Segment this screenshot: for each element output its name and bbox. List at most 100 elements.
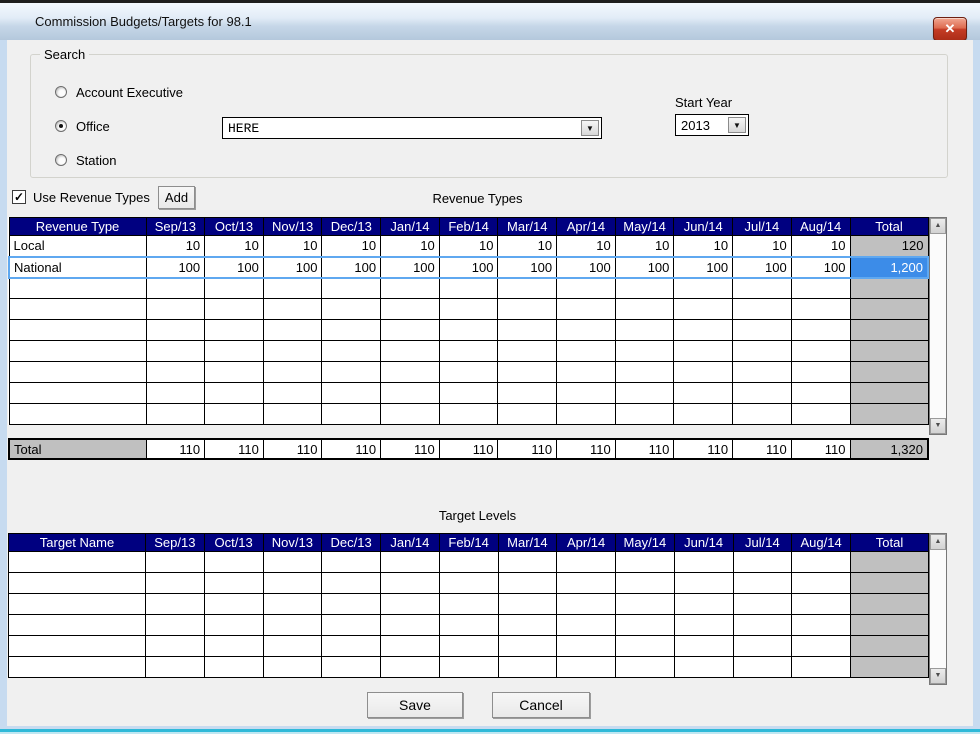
grid-cell[interactable] [498,320,557,341]
grid-cell[interactable] [791,299,850,320]
chevron-down-icon[interactable]: ▼ [581,120,599,136]
grid-cell[interactable] [146,278,205,299]
grid-cell[interactable] [498,341,557,362]
grid-cell[interactable] [674,552,733,573]
grid-cell[interactable]: 10 [205,236,264,257]
grid-cell[interactable] [557,594,616,615]
grid-cell[interactable] [381,657,440,678]
grid-cell[interactable] [263,299,322,320]
grid-cell[interactable] [498,552,557,573]
grid-cell[interactable] [9,573,146,594]
grid-cell[interactable] [792,594,851,615]
grid-cell[interactable] [791,404,850,425]
revenue-grid-scrollbar[interactable]: ▲ ▼ [929,217,947,435]
grid-cell[interactable] [557,362,616,383]
grid-cell[interactable] [263,636,322,657]
grid-cell[interactable]: 100 [322,257,381,278]
cancel-button[interactable]: Cancel [492,692,590,718]
scroll-down-icon[interactable]: ▼ [930,418,946,434]
grid-cell[interactable] [204,636,263,657]
grid-cell[interactable] [557,320,616,341]
grid-cell[interactable] [205,362,264,383]
radio-station[interactable]: Station [55,152,116,168]
grid-cell[interactable] [616,615,675,636]
grid-cell[interactable] [322,362,381,383]
grid-cell[interactable] [322,278,381,299]
grid-cell[interactable]: 10 [263,236,322,257]
grid-cell[interactable] [733,404,792,425]
grid-cell[interactable] [733,299,792,320]
chevron-down-icon[interactable]: ▼ [728,117,746,133]
grid-cell[interactable] [733,615,792,636]
use-revenue-types-checkbox[interactable]: ✓ [12,190,26,204]
grid-cell[interactable] [204,657,263,678]
grid-cell[interactable] [733,341,792,362]
grid-cell[interactable] [498,594,557,615]
grid-cell[interactable] [263,573,322,594]
grid-cell[interactable]: 10 [146,236,205,257]
grid-cell[interactable] [498,636,557,657]
grid-cell[interactable] [9,320,146,341]
grid-cell[interactable] [263,341,322,362]
grid-cell[interactable] [381,362,440,383]
grid-cell[interactable] [381,594,440,615]
grid-cell[interactable] [439,636,498,657]
radio-office[interactable]: Office [55,118,110,134]
grid-cell[interactable]: 10 [439,236,498,257]
grid-cell[interactable]: 100 [263,257,322,278]
grid-cell[interactable] [792,615,851,636]
grid-cell[interactable]: 100 [146,257,205,278]
grid-cell[interactable]: 10 [615,236,674,257]
grid-cell[interactable] [205,320,264,341]
grid-cell[interactable] [498,404,557,425]
grid-cell[interactable]: 100 [381,257,440,278]
scroll-up-icon[interactable]: ▲ [930,534,946,550]
grid-cell[interactable] [616,552,675,573]
grid-cell[interactable] [9,594,146,615]
grid-cell[interactable] [439,383,498,404]
scroll-down-icon[interactable]: ▼ [930,668,946,684]
grid-cell[interactable] [9,615,146,636]
grid-cell[interactable] [674,636,733,657]
grid-cell[interactable] [263,615,322,636]
grid-cell[interactable] [439,362,498,383]
grid-cell[interactable] [498,615,557,636]
grid-cell[interactable] [322,636,381,657]
grid-cell[interactable] [792,573,851,594]
grid-cell[interactable] [146,615,205,636]
grid-cell[interactable] [322,404,381,425]
grid-cell[interactable]: 10 [322,236,381,257]
grid-cell[interactable] [616,594,675,615]
grid-cell[interactable]: 100 [615,257,674,278]
grid-cell[interactable] [439,320,498,341]
grid-cell[interactable] [9,341,146,362]
grid-cell[interactable]: 10 [791,236,850,257]
grid-cell[interactable] [792,552,851,573]
grid-cell[interactable] [9,362,146,383]
grid-cell[interactable] [439,278,498,299]
add-button[interactable]: Add [158,186,195,209]
grid-cell[interactable] [9,383,146,404]
grid-cell[interactable] [615,383,674,404]
grid-cell[interactable] [146,404,205,425]
grid-cell[interactable] [498,278,557,299]
grid-cell[interactable] [674,320,733,341]
grid-cell[interactable]: Local [9,236,146,257]
grid-cell[interactable] [616,636,675,657]
grid-cell[interactable] [439,299,498,320]
grid-cell[interactable] [616,657,675,678]
grid-cell[interactable] [322,299,381,320]
grid-cell[interactable] [146,362,205,383]
grid-cell[interactable]: 100 [498,257,557,278]
grid-cell[interactable] [146,383,205,404]
grid-cell[interactable] [791,383,850,404]
grid-cell[interactable] [381,278,440,299]
grid-cell[interactable] [381,615,440,636]
grid-cell[interactable] [381,636,440,657]
grid-cell[interactable] [498,362,557,383]
grid-cell[interactable] [557,404,616,425]
grid-cell[interactable] [498,573,557,594]
grid-cell[interactable] [146,341,205,362]
grid-cell[interactable] [733,320,792,341]
grid-cell[interactable] [204,594,263,615]
